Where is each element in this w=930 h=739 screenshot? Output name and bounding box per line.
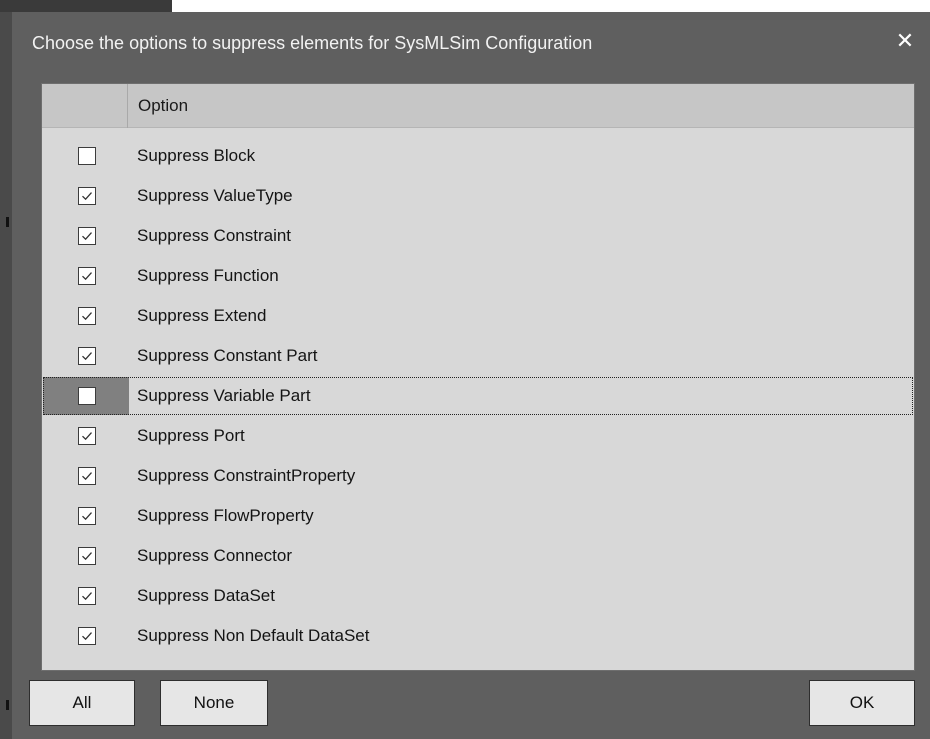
checkmark-icon (82, 312, 92, 321)
checkmark-icon (82, 472, 92, 481)
option-row[interactable]: Suppress Constraint (42, 216, 914, 256)
background-edge-mark (6, 217, 9, 227)
option-row[interactable]: Suppress Connector (42, 536, 914, 576)
checkmark-icon (82, 432, 92, 441)
option-label: Suppress Connector (137, 546, 292, 565)
option-row[interactable]: Suppress Extend (42, 296, 914, 336)
grid-header: Option (42, 84, 914, 128)
checkbox-column-header (42, 84, 128, 128)
option-label: Suppress Block (137, 146, 256, 165)
checkmark-icon (82, 632, 92, 641)
option-checkbox[interactable] (78, 627, 96, 645)
all-button[interactable]: All (29, 680, 135, 726)
option-row[interactable]: Suppress DataSet (42, 576, 914, 616)
background-edge-mark (6, 700, 9, 710)
dialog-titlebar: Choose the options to suppress elements … (12, 12, 930, 76)
background-window-tab (0, 0, 172, 12)
option-label: Suppress ConstraintProperty (137, 466, 356, 485)
options-grid: Option Suppress Block Suppress ValueType S… (41, 83, 915, 671)
option-row[interactable]: Suppress Non Default DataSet (42, 616, 914, 656)
option-checkbox[interactable] (78, 347, 96, 365)
option-label: Suppress Non Default DataSet (137, 626, 370, 645)
option-label: Suppress FlowProperty (137, 506, 314, 525)
option-checkbox[interactable] (78, 547, 96, 565)
checkmark-icon (82, 552, 92, 561)
option-checkbox[interactable] (78, 147, 96, 165)
option-label: Suppress Function (137, 266, 279, 285)
option-label: Suppress Constraint (137, 226, 292, 245)
option-label: Suppress Constant Part (137, 346, 318, 365)
option-label: Suppress Port (137, 426, 245, 445)
option-row[interactable]: Suppress Port (42, 416, 914, 456)
option-row[interactable]: Suppress Variable Part (42, 376, 914, 416)
checkmark-icon (82, 232, 92, 241)
option-row[interactable]: Suppress Constant Part (42, 336, 914, 376)
option-row[interactable]: Suppress Block (42, 136, 914, 176)
checkmark-icon (82, 352, 92, 361)
option-checkbox[interactable] (78, 427, 96, 445)
option-checkbox[interactable] (78, 307, 96, 325)
option-row[interactable]: Suppress ValueType (42, 176, 914, 216)
option-rows: Suppress Block Suppress ValueType Suppress… (42, 136, 914, 656)
close-icon[interactable]: ✕ (890, 26, 920, 56)
option-label: Suppress Extend (137, 306, 267, 325)
option-column-header[interactable]: Option (138, 96, 188, 116)
checkmark-icon (82, 192, 92, 201)
ok-button[interactable]: OK (809, 680, 915, 726)
checkmark-icon (82, 592, 92, 601)
option-row[interactable]: Suppress Function (42, 256, 914, 296)
checkmark-icon (82, 272, 92, 281)
option-row[interactable]: Suppress FlowProperty (42, 496, 914, 536)
option-checkbox[interactable] (78, 467, 96, 485)
checkmark-icon (82, 512, 92, 521)
option-row[interactable]: Suppress ConstraintProperty (42, 456, 914, 496)
suppress-options-dialog: Choose the options to suppress elements … (12, 12, 930, 739)
focus-rectangle (43, 377, 913, 415)
option-label: Suppress ValueType (137, 186, 293, 205)
option-checkbox[interactable] (78, 507, 96, 525)
option-checkbox[interactable] (78, 187, 96, 205)
option-label: Suppress DataSet (137, 586, 275, 605)
dialog-title: Choose the options to suppress elements … (32, 33, 593, 53)
option-checkbox[interactable] (78, 227, 96, 245)
none-button[interactable]: None (160, 680, 268, 726)
background-window-strip (0, 0, 930, 12)
option-checkbox[interactable] (78, 267, 96, 285)
option-checkbox[interactable] (78, 587, 96, 605)
